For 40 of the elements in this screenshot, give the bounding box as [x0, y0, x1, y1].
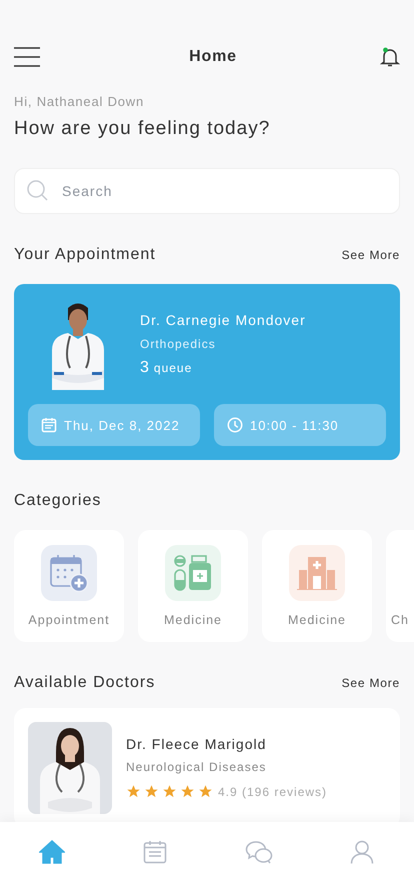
queue-label: queue — [154, 361, 192, 375]
doctor-specialty: Orthopedics — [140, 337, 217, 351]
search-icon — [26, 179, 50, 203]
category-label: Medicine — [164, 613, 222, 627]
time-chip: 10:00 - 11:30 — [214, 404, 386, 446]
page-title: Home — [189, 48, 237, 66]
calendar-plus-icon — [49, 554, 89, 592]
category-card[interactable]: Medicine — [262, 530, 372, 642]
doctor-card[interactable]: Dr. Fleece Marigold Neurological Diseases 4.9 (196 reviews) — [14, 708, 400, 822]
medicine-icon — [173, 555, 213, 591]
greeting-text: Hi, Nathaneal Down — [14, 94, 146, 109]
calendar-icon — [41, 417, 57, 433]
queue-number: 3 — [140, 359, 149, 377]
rating-text: 4.9 (196 reviews) — [218, 784, 328, 798]
search-field[interactable]: Search — [14, 168, 400, 214]
hospital-icon — [297, 556, 337, 590]
see-more-link[interactable]: See More — [342, 676, 400, 690]
menu-icon[interactable] — [14, 47, 40, 67]
appointment-card[interactable]: Dr. Carnegie Mondover Orthopedics 3 queue Thu, Dec 8, 2022 10:00 - 11:30 — [14, 284, 400, 460]
clock-icon — [227, 417, 243, 433]
section-title: Categories — [14, 492, 102, 510]
calendar-icon — [143, 840, 168, 864]
date-chip: Thu, Dec 8, 2022 — [28, 404, 200, 446]
category-card[interactable]: Appointment — [14, 530, 124, 642]
notification-bell-icon[interactable] — [380, 47, 400, 67]
page-heading: How are you feeling today? — [14, 118, 272, 140]
category-label: Medicine — [288, 613, 346, 627]
chat-icon — [244, 840, 273, 864]
category-label: Appointment — [28, 613, 110, 627]
doctor-specialty: Neurological Diseases — [126, 760, 268, 774]
doctor-name: Dr. Carnegie Mondover — [140, 312, 306, 328]
profile-icon — [350, 840, 374, 864]
section-title: Available Doctors — [14, 674, 156, 692]
home-icon — [38, 840, 65, 864]
category-card[interactable]: Ch — [386, 530, 414, 642]
category-label: Ch — [391, 613, 409, 627]
doctor-name: Dr. Fleece Marigold — [126, 736, 268, 752]
see-more-link[interactable]: See More — [342, 248, 400, 262]
section-title: Your Appointment — [14, 246, 156, 264]
category-card[interactable]: Medicine — [138, 530, 248, 642]
